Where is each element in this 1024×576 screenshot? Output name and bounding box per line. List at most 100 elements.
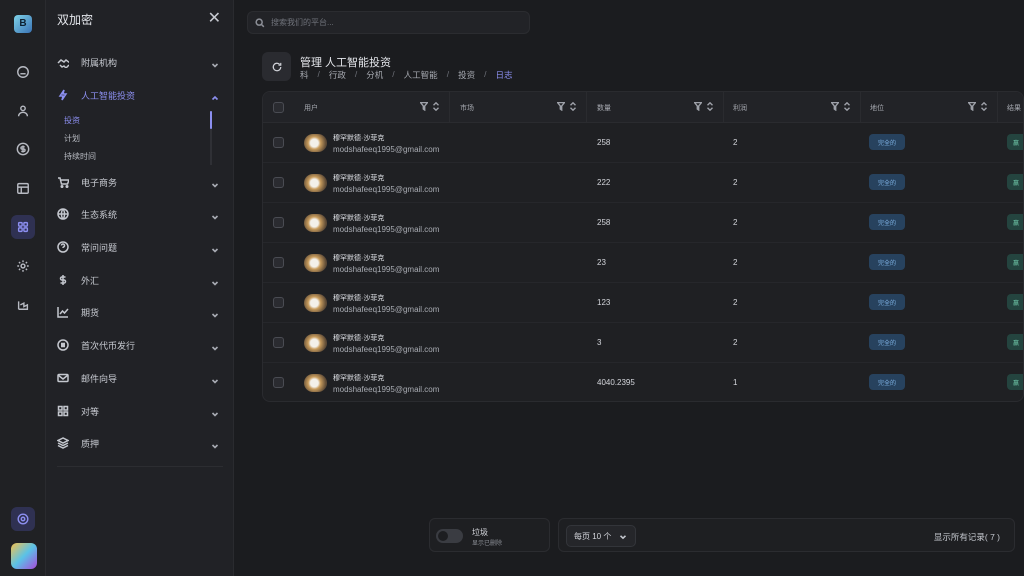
- user-avatar: [304, 334, 327, 352]
- table-row[interactable]: 穆罕默德·沙菲克 modshafeeq1995@gmail.com 4040.239…: [263, 363, 1023, 401]
- chevron-down-icon: [210, 340, 220, 351]
- sort-icon[interactable]: [843, 102, 851, 111]
- sidebar-item-7[interactable]: 首次代币发行: [46, 335, 234, 355]
- user-name[interactable]: 穆罕默德·沙菲克: [333, 173, 384, 183]
- row-checkbox[interactable]: [273, 257, 284, 268]
- apps-icon[interactable]: [11, 215, 35, 239]
- sort-icon[interactable]: [432, 102, 440, 111]
- user-email: modshafeeq1995@gmail.com: [333, 145, 440, 154]
- refresh-icon[interactable]: [262, 52, 291, 81]
- filter-icon[interactable]: [557, 102, 565, 111]
- table-row[interactable]: 穆罕默德·沙菲克 modshafeeq1995@gmail.com 258 2 完全的 赢: [263, 203, 1023, 243]
- breadcrumb-item[interactable]: 投资: [458, 69, 475, 81]
- column-header-status[interactable]: 地位: [870, 92, 884, 123]
- column-header-user[interactable]: 用户: [304, 92, 318, 123]
- home-icon[interactable]: [11, 60, 35, 84]
- user-avatar: [304, 134, 327, 152]
- search-bar[interactable]: [247, 11, 530, 34]
- filter-icon[interactable]: [694, 102, 702, 111]
- row-checkbox[interactable]: [273, 217, 284, 228]
- column-header-profit[interactable]: 利润: [733, 92, 747, 123]
- chevron-down-icon: [210, 209, 220, 220]
- row-checkbox[interactable]: [273, 337, 284, 348]
- breadcrumb-separator: /: [392, 69, 395, 79]
- sidebar-subitem-invest[interactable]: 投资: [64, 115, 80, 126]
- row-checkbox[interactable]: [273, 297, 284, 308]
- sidebar-item-9[interactable]: 对等: [46, 401, 234, 421]
- sidebar-item-0[interactable]: 附属机构: [46, 52, 234, 72]
- app-logo[interactable]: B: [14, 15, 32, 33]
- sort-icon[interactable]: [569, 102, 577, 111]
- page-title: 管理 人工智能投资: [300, 57, 392, 69]
- sidebar-divider: [57, 466, 223, 467]
- sidebar-item-label: 外汇: [81, 275, 100, 286]
- sidebar-item-5[interactable]: 外汇: [46, 270, 234, 290]
- breadcrumb-separator: /: [484, 69, 487, 79]
- sidebar-item-2[interactable]: 电子商务: [46, 172, 234, 192]
- sidebar-item-3[interactable]: 生态系统: [46, 204, 234, 224]
- profit-cell: 2: [733, 218, 738, 227]
- sidebar-subitem-plan[interactable]: 计划: [64, 133, 80, 144]
- result-badge: 赢: [1007, 214, 1023, 230]
- per-page-select[interactable]: 每页 10 个: [566, 525, 636, 547]
- filter-icon[interactable]: [831, 102, 839, 111]
- sidebar-item-10[interactable]: 质押: [46, 433, 234, 453]
- layers-icon: [57, 437, 69, 449]
- peer-icon: [57, 405, 69, 417]
- sidebar-item-label: 附属机构: [81, 57, 118, 68]
- table-row[interactable]: 穆罕默德·沙菲克 modshafeeq1995@gmail.com 23 2 完全的 赢: [263, 243, 1023, 283]
- breadcrumb-item[interactable]: 行政: [329, 69, 346, 81]
- user-name[interactable]: 穆罕默德·沙菲克: [333, 333, 384, 343]
- column-header-quantity[interactable]: 数量: [597, 92, 611, 123]
- column-divider: [723, 92, 724, 123]
- user-name[interactable]: 穆罕默德·沙菲克: [333, 373, 384, 383]
- breadcrumb-item[interactable]: 分机: [366, 69, 383, 81]
- search-input[interactable]: [271, 18, 511, 27]
- table-row[interactable]: 穆罕默德·沙菲克 modshafeeq1995@gmail.com 3 2 完全的 赢: [263, 323, 1023, 363]
- sidebar-item-label: 电子商务: [81, 177, 118, 188]
- chart-icon[interactable]: [11, 292, 35, 316]
- user-icon[interactable]: [11, 99, 35, 123]
- table-row[interactable]: 穆罕默德·沙菲克 modshafeeq1995@gmail.com 123 2 完全的 赢: [263, 283, 1023, 323]
- sidebar-item-8[interactable]: 邮件向导: [46, 368, 234, 388]
- row-checkbox[interactable]: [273, 137, 284, 148]
- filter-icon[interactable]: [420, 102, 428, 111]
- chevron-up-icon: [210, 90, 220, 101]
- cart-icon: [57, 176, 69, 188]
- avatar[interactable]: [11, 543, 37, 569]
- theme-icon[interactable]: [11, 507, 35, 531]
- sidebar-item-4[interactable]: 常问问题: [46, 237, 234, 257]
- breadcrumb-item[interactable]: 人工智能: [404, 69, 438, 81]
- row-checkbox[interactable]: [273, 377, 284, 388]
- close-icon[interactable]: ✕: [208, 11, 221, 27]
- quantity-cell: 4040.2395: [597, 378, 635, 387]
- column-header-market[interactable]: 市场: [460, 92, 474, 123]
- chevron-down-icon: [210, 57, 220, 68]
- user-avatar: [304, 294, 327, 312]
- sort-icon[interactable]: [706, 102, 714, 111]
- user-name[interactable]: 穆罕默德·沙菲克: [333, 133, 384, 143]
- dollar-icon[interactable]: [11, 137, 35, 161]
- table-row[interactable]: 穆罕默德·沙菲克 modshafeeq1995@gmail.com 258 2 完全的 赢: [263, 123, 1023, 163]
- settings-icon[interactable]: [11, 254, 35, 278]
- user-name[interactable]: 穆罕默德·沙菲克: [333, 253, 384, 263]
- column-header-result[interactable]: 结果: [1007, 92, 1021, 123]
- user-name[interactable]: 穆罕默德·沙菲克: [333, 213, 384, 223]
- filter-icon[interactable]: [968, 102, 976, 111]
- sort-icon[interactable]: [980, 102, 988, 111]
- sidebar-item-1[interactable]: 人工智能投资: [46, 85, 234, 105]
- select-all-checkbox[interactable]: [273, 102, 284, 113]
- breadcrumb-item[interactable]: 科: [300, 69, 309, 81]
- user-email: modshafeeq1995@gmail.com: [333, 225, 440, 234]
- show-deleted-toggle[interactable]: [436, 529, 463, 543]
- sidebar-item-6[interactable]: 期货: [46, 302, 234, 322]
- profit-cell: 1: [733, 378, 738, 387]
- calendar-icon[interactable]: [11, 176, 35, 200]
- sidebar-item-label: 常问问题: [81, 242, 118, 253]
- user-name[interactable]: 穆罕默德·沙菲克: [333, 293, 384, 303]
- row-checkbox[interactable]: [273, 177, 284, 188]
- sidebar-subitem-duration[interactable]: 持续时间: [64, 151, 96, 162]
- dollar-icon: [57, 274, 69, 286]
- user-email: modshafeeq1995@gmail.com: [333, 265, 440, 274]
- table-row[interactable]: 穆罕默德·沙菲克 modshafeeq1995@gmail.com 222 2 完全的赢: [263, 163, 1023, 203]
